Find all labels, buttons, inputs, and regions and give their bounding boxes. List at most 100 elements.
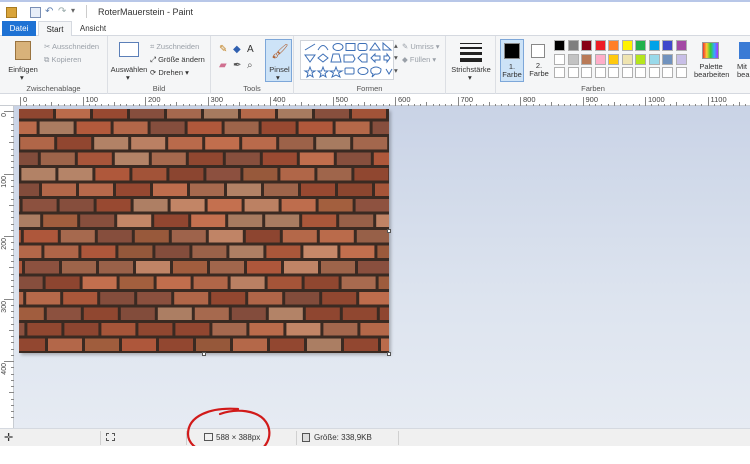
shapes-gallery[interactable]: [300, 40, 394, 80]
palette-swatch[interactable]: [635, 67, 646, 78]
palette-swatch[interactable]: [635, 53, 646, 65]
paste-button[interactable]: Einfügen ▾: [6, 39, 40, 83]
eraser-icon[interactable]: ▰: [219, 60, 227, 71]
ruler-label: 400: [273, 95, 286, 104]
shapes-gallery-svg: [303, 41, 393, 79]
quick-access-dropdown-icon[interactable]: ▾: [71, 6, 75, 15]
palette-swatch[interactable]: [675, 40, 687, 51]
palette-swatch[interactable]: [581, 40, 592, 51]
palette-swatch[interactable]: [662, 53, 673, 65]
palette-swatch[interactable]: [581, 53, 592, 65]
redo-icon[interactable]: ↷: [58, 6, 66, 17]
ruler-label: 0: [1, 113, 8, 117]
select-button[interactable]: Auswählen ▾: [110, 39, 148, 83]
image-group-label: Bild: [152, 84, 166, 93]
cut-label: Ausschneiden: [51, 42, 100, 51]
tools-group: ✎ ◆ A ▰ ✒ ⌕ 🖌 Pinsel ▾ Tools: [211, 36, 294, 94]
fill-shape-button[interactable]: ◆ Füllen ▾: [402, 55, 436, 64]
save-icon[interactable]: [30, 7, 41, 18]
palette-swatch[interactable]: [648, 40, 660, 51]
tab-file[interactable]: Datei: [2, 21, 36, 36]
clipboard-group-label: Zwischenablage: [26, 84, 81, 93]
color2-button[interactable]: 2. Farbe: [527, 39, 551, 82]
bottom-area: [0, 446, 750, 464]
fill-icon[interactable]: ◆: [233, 44, 241, 55]
ruler-major-tick: [582, 97, 584, 106]
palette-swatch[interactable]: [567, 67, 579, 78]
palette-swatch[interactable]: [567, 40, 579, 51]
copy-button[interactable]: ⧉ Kopieren: [44, 55, 81, 65]
palette-swatch[interactable]: [675, 67, 687, 78]
outline-button[interactable]: ✎ Umriss ▾: [402, 42, 440, 51]
ruler-major-tick: [207, 97, 209, 106]
palette-swatch[interactable]: [608, 53, 619, 65]
palette-swatch[interactable]: [608, 40, 619, 51]
palette-swatch[interactable]: [554, 53, 565, 65]
ruler-label: 200: [1, 238, 8, 250]
color-picker-icon[interactable]: ✒: [233, 60, 241, 71]
resize-handle-bottom[interactable]: [202, 352, 206, 356]
shapes-group: ▴ ▾ ▾ ✎ Umriss ▾ ◆ Füllen ▾ Formen: [294, 36, 446, 94]
palette-swatch[interactable]: [621, 40, 633, 51]
title-bar: ↶ ↷ ▾ RoterMauerstein - Paint: [0, 0, 750, 21]
stroke-dropdown-icon: ▾: [468, 73, 472, 82]
palette-swatch[interactable]: [581, 67, 592, 78]
palette-swatch[interactable]: [675, 53, 687, 65]
palette-swatch[interactable]: [567, 53, 579, 65]
cut-icon: ✂: [44, 42, 51, 51]
edit-with-paint3d-button[interactable]: Mit bea: [736, 39, 750, 82]
title-divider: [86, 5, 87, 18]
ruler-major-tick: [395, 97, 396, 106]
palette-swatch[interactable]: [594, 53, 606, 65]
rotate-button[interactable]: ⟳ Drehen ▾: [150, 68, 189, 77]
palette-swatch[interactable]: [608, 67, 619, 78]
palette-swatch[interactable]: [648, 67, 660, 78]
palette-swatch[interactable]: [621, 67, 633, 78]
palette-swatch[interactable]: [648, 53, 660, 65]
copy-label: Kopieren: [51, 55, 82, 64]
stroke-line-4: [460, 58, 482, 62]
edit-colors-button[interactable]: Palette bearbeiten: [694, 39, 729, 82]
ruler-major-tick: [4, 111, 14, 112]
resize-button[interactable]: ⤢ Größe ändern: [150, 55, 205, 65]
shapes-scroll-up-icon[interactable]: ▴: [394, 41, 398, 50]
shapes-expand-icon[interactable]: ▾: [394, 66, 398, 75]
crop-button[interactable]: ⌗ Zuschneiden: [150, 42, 199, 52]
stroke-line-1: [460, 43, 482, 44]
window-title: RoterMauerstein - Paint: [98, 7, 194, 17]
ribbon-tabs: Datei Start Ansicht: [0, 21, 750, 37]
palette-swatch[interactable]: [621, 53, 633, 65]
rotate-label: Drehen: [158, 68, 183, 77]
palette-swatch[interactable]: [594, 67, 606, 78]
palette-swatch[interactable]: [662, 67, 673, 78]
color1-button[interactable]: 1. Farbe: [500, 39, 524, 82]
magnifier-icon[interactable]: ⌕: [247, 60, 253, 71]
pencil-icon[interactable]: ✎: [219, 44, 227, 55]
palette-swatch[interactable]: [554, 40, 565, 51]
image-group: Auswählen ▾ ⌗ Zuschneiden ⤢ Größe ändern…: [108, 36, 211, 94]
brush-button[interactable]: 🖌 Pinsel ▾: [265, 39, 292, 82]
ruler-label: 200: [148, 95, 161, 104]
text-icon[interactable]: A: [247, 44, 254, 55]
cursor-position-icon: ✛: [4, 432, 14, 444]
paste-dropdown-icon: ▾: [20, 73, 24, 82]
tab-view[interactable]: Ansicht: [74, 21, 112, 36]
ruler-label: 500: [335, 95, 349, 104]
palette-swatch[interactable]: [554, 67, 565, 78]
palette-swatch[interactable]: [662, 40, 673, 51]
color-palette: [554, 40, 690, 80]
tab-start[interactable]: Start: [38, 21, 72, 37]
ruler-label: 1000: [648, 95, 665, 104]
resize-handle-right[interactable]: [387, 229, 391, 233]
palette-swatch[interactable]: [594, 40, 606, 51]
palette-swatch[interactable]: [635, 40, 646, 51]
paint3d-label-line2: bea: [737, 70, 750, 79]
clipboard-group: Einfügen ▾ ✂ Ausschneiden ⧉ Kopieren Zwi…: [0, 36, 108, 94]
cut-button[interactable]: ✂ Ausschneiden: [44, 42, 99, 51]
stroke-group[interactable]: Strichstärke ▾: [446, 36, 496, 94]
resize-handle-corner[interactable]: [387, 352, 391, 356]
shapes-scroll-down-icon[interactable]: ▾: [394, 53, 398, 62]
undo-icon[interactable]: ↶: [45, 6, 53, 17]
ruler-label: 100: [1, 175, 8, 188]
image-canvas[interactable]: [19, 109, 389, 353]
